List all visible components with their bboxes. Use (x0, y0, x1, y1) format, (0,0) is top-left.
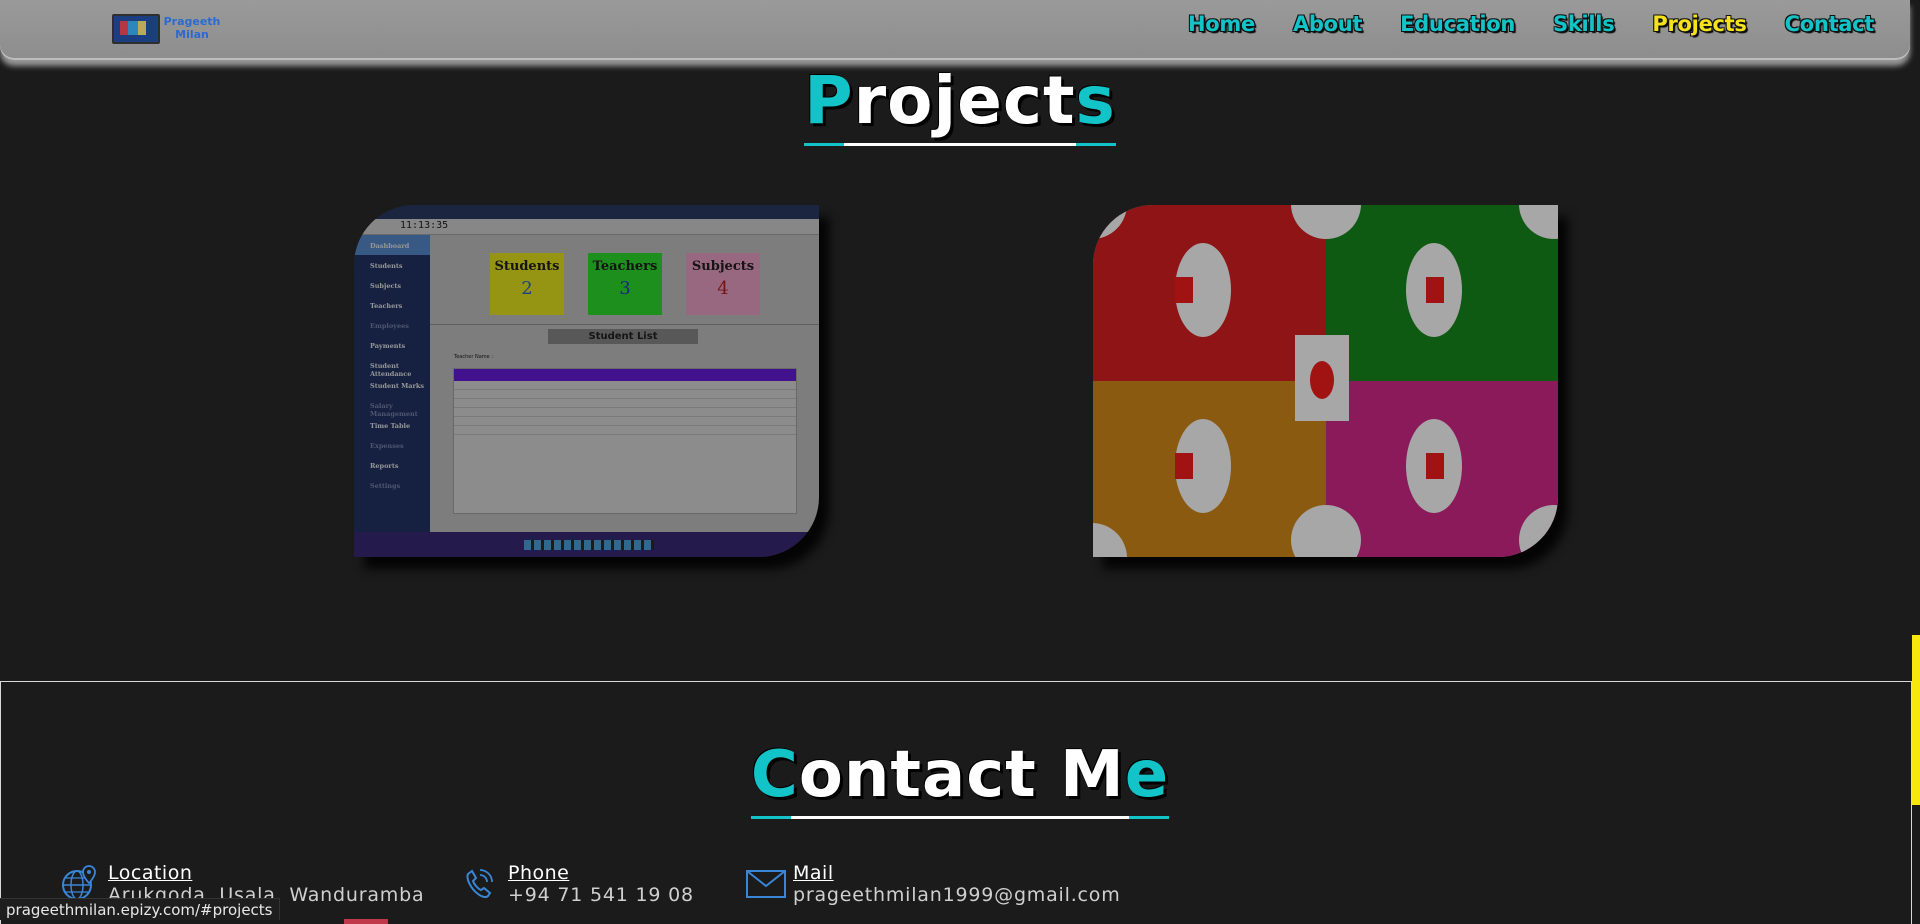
phone-icon (466, 869, 493, 899)
projects-heading-last: s (1075, 62, 1116, 139)
teachers-tile: Teachers 3 (588, 253, 662, 315)
sidebar-item-settings: Settings (370, 482, 401, 490)
table-row (454, 417, 796, 426)
ludo-board-image (1093, 205, 1558, 557)
square-shape (1425, 277, 1444, 303)
sidebar-item-expenses: Expenses (370, 442, 404, 450)
mail-icon (746, 870, 786, 898)
project-card-school-management[interactable]: 11:13:35 Dashboard Students Subjects Tea… (354, 205, 819, 557)
sidebar-item-subjects: Subjects (370, 282, 402, 290)
nav-contact[interactable]: Contact (1785, 12, 1875, 36)
students-tile: Students 2 (490, 253, 564, 315)
table-row (454, 426, 796, 435)
sidebar-item-timetable: Time Table (370, 422, 411, 430)
navbar: Prageeth Milan Home About Education Skil… (0, 0, 1910, 60)
logo-line-1: Prageeth (163, 15, 221, 28)
sidebar-item-teachers: Teachers (370, 302, 403, 310)
table-row (454, 408, 796, 417)
students-tile-label: Students (494, 259, 560, 274)
table-header (454, 369, 796, 381)
ludo-center-tile (1295, 335, 1349, 421)
phone-label: Phone (508, 862, 570, 884)
subjects-tile: Subjects 4 (686, 253, 760, 315)
mail-label: Mail (793, 862, 834, 884)
app-topbar: 11:13:35 (354, 219, 819, 235)
sidebar-item-dashboard: Dashboard (354, 235, 430, 255)
sidebar-item-students: Students (370, 262, 403, 270)
projects-heading: Projects (0, 62, 1920, 146)
projects-heading-underline: Projects (804, 62, 1116, 146)
student-table (453, 368, 797, 514)
sidebar-item-marks: Student Marks (370, 382, 425, 390)
square-shape (1425, 453, 1444, 479)
square-shape (1175, 453, 1193, 479)
projects-heading-first: P (804, 62, 854, 139)
contact-heading: Contact Me (0, 738, 1920, 819)
location-label: Location (108, 862, 193, 884)
sidebar-item-reports: Reports (370, 462, 399, 470)
sidebar-item-employees: Employees (370, 322, 409, 330)
nav-about[interactable]: About (1293, 12, 1363, 36)
nav-home[interactable]: Home (1188, 12, 1255, 36)
table-row (454, 399, 796, 408)
contact-heading-first: C (750, 738, 799, 812)
contact-heading-middle: ontact M (798, 738, 1125, 812)
mail-value[interactable]: prageethmilan1999@gmail.com (793, 884, 1121, 906)
projects-heading-middle: roject (853, 62, 1076, 139)
ludo-green-quadrant (1325, 205, 1558, 381)
student-list-title: Student List (548, 329, 698, 344)
sidebar-item-attendance: Student Attendance (370, 362, 412, 378)
contact-heading-last: e (1124, 738, 1170, 812)
logo[interactable]: Prageeth Milan (112, 12, 220, 46)
square-shape (1175, 277, 1193, 303)
teachers-tile-label: Teachers (592, 259, 658, 274)
table-row (454, 381, 796, 390)
ludo-red-quadrant (1093, 205, 1326, 381)
nav-education[interactable]: Education (1400, 12, 1515, 36)
students-tile-value: 2 (521, 278, 533, 299)
school-management-screenshot: 11:13:35 Dashboard Students Subjects Tea… (354, 205, 819, 557)
contact-heading-underline: Contact Me (750, 738, 1170, 819)
divider (430, 324, 819, 325)
logo-text: Prageeth Milan (162, 15, 222, 41)
logo-line-2: Milan (175, 28, 209, 41)
teachers-tile-value: 3 (619, 278, 631, 299)
scroll-indicator (1912, 635, 1920, 805)
desktop-taskbar (354, 532, 819, 557)
ludo-yellow-quadrant (1093, 381, 1326, 557)
globe-location-icon (62, 865, 96, 900)
subjects-tile-value: 4 (717, 278, 729, 299)
table-row (454, 390, 796, 399)
app-sidebar: Dashboard Students Subjects Teachers Emp… (354, 235, 430, 537)
project-card-ludo-game[interactable] (1093, 205, 1558, 557)
clock-text: 11:13:35 (400, 220, 449, 231)
status-bar-url: prageethmilan.epizy.com/#projects (0, 898, 280, 920)
nav-links: Home About Education Skills Projects Con… (1188, 12, 1874, 36)
nav-skills[interactable]: Skills (1553, 12, 1615, 36)
teacher-filter-label: Teacher Name : (454, 354, 494, 360)
subjects-tile-label: Subjects (691, 259, 755, 274)
sidebar-item-salary: Salary Management (370, 402, 418, 418)
red-tab-edge (344, 919, 388, 924)
sidebar-item-payments: Payments (370, 342, 406, 350)
window-titlebar (354, 205, 819, 219)
monitor-logo-icon (112, 14, 160, 44)
phone-value[interactable]: +94 71 541 19 08 (508, 884, 694, 906)
nav-projects[interactable]: Projects (1652, 12, 1747, 36)
